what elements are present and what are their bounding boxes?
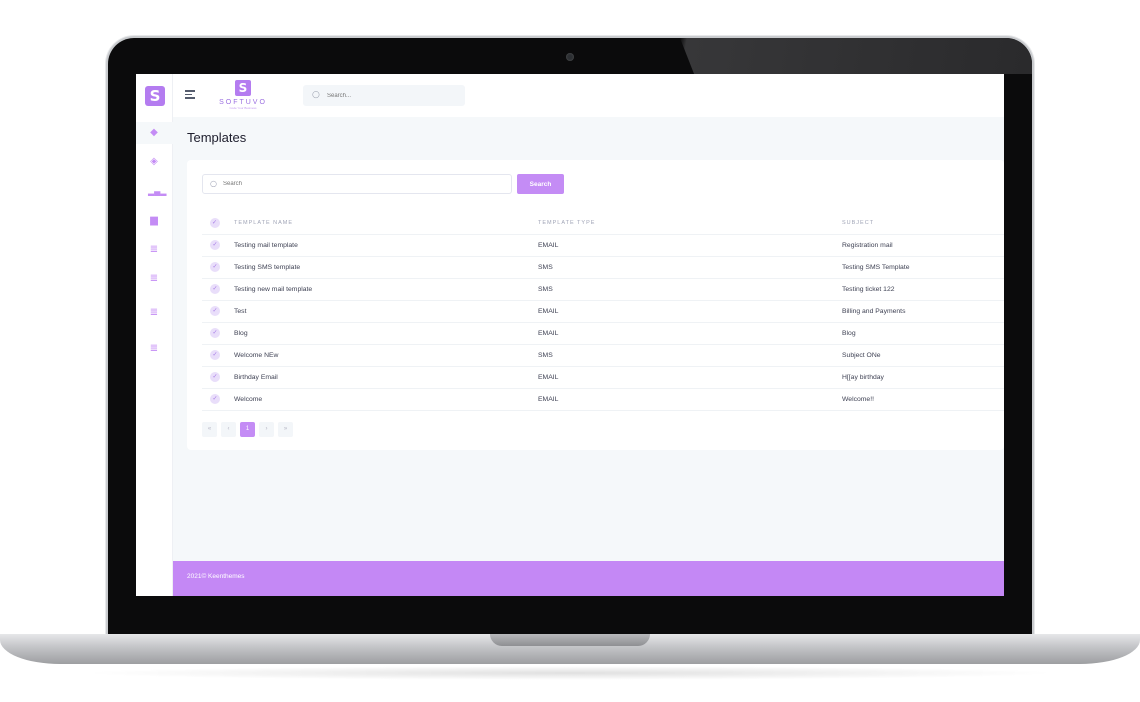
template-search[interactable]: ○ — [202, 174, 512, 194]
template-name[interactable]: Testing SMS template — [234, 256, 538, 279]
footer-copyright: 2021© Keenthemes — [187, 573, 245, 580]
template-subject: Welcome!! — [842, 388, 1004, 411]
column-header-subject[interactable]: SUBJECT — [842, 212, 1004, 235]
template-type: SMS — [538, 256, 842, 279]
pagination: « ‹ 1 › » — [202, 422, 293, 437]
table-row[interactable]: ✓ Birthday Email EMAIL H[[ay birthday — [202, 366, 1004, 389]
brand-tagline: Code Your Business — [229, 106, 257, 110]
row-check-cell[interactable]: ✓ — [202, 256, 234, 279]
table-header-row: ✓ TEMPLATE NAME TEMPLATE TYPE SUBJECT — [202, 212, 1004, 235]
bar-chart-icon[interactable]: ▂▄▂ — [148, 186, 166, 198]
template-type: EMAIL — [538, 366, 842, 389]
camera-icon — [566, 53, 574, 61]
next-page-button[interactable]: › — [259, 422, 274, 437]
check-icon[interactable]: ✓ — [210, 217, 220, 228]
check-icon[interactable]: ✓ — [210, 328, 220, 338]
select-all-cell[interactable]: ✓ — [202, 212, 234, 235]
search-icon: ○ — [312, 90, 320, 100]
menu-toggle-icon[interactable] — [185, 90, 195, 99]
template-subject: Testing SMS Template — [842, 256, 1004, 279]
template-subject: Registration mail — [842, 234, 1004, 257]
first-page-button[interactable]: « — [202, 422, 217, 437]
check-icon[interactable]: ✓ — [210, 284, 220, 294]
check-icon[interactable]: ✓ — [210, 262, 220, 272]
template-name[interactable]: Test — [234, 300, 538, 323]
table-row[interactable]: ✓ Testing new mail template SMS Testing … — [202, 278, 1004, 301]
search-icon: ○ — [210, 179, 217, 188]
template-subject: Blog — [842, 322, 1004, 345]
template-name[interactable]: Testing new mail template — [234, 278, 538, 301]
table-row[interactable]: ✓ Testing SMS template SMS Testing SMS T… — [202, 256, 1004, 279]
brand-logo[interactable]: S SOFTUVO Code Your Business — [217, 80, 269, 114]
laptop-notch — [490, 634, 650, 646]
brand-mark: S — [235, 80, 251, 96]
check-icon[interactable]: ✓ — [210, 240, 220, 250]
stack-icon[interactable]: ≣ — [148, 307, 160, 319]
table-row[interactable]: ✓ Testing mail template EMAIL Registrati… — [202, 234, 1004, 257]
icon-sidebar: ◆ ◈ ▂▄▂ ▆ ≣ ≣ ≣ ≣ — [136, 74, 173, 596]
building-icon[interactable]: ▆ — [148, 215, 160, 227]
template-type: EMAIL — [538, 322, 842, 345]
app-logo-icon[interactable] — [145, 86, 165, 106]
template-type: SMS — [538, 278, 842, 301]
row-check-cell[interactable]: ✓ — [202, 388, 234, 411]
template-name[interactable]: Welcome NEw — [234, 344, 538, 367]
template-subject: Billing and Payments — [842, 300, 1004, 323]
lid-glare — [680, 38, 1032, 74]
search-button[interactable]: Search — [517, 174, 564, 194]
row-check-cell[interactable]: ✓ — [202, 300, 234, 323]
app-screen: ◆ ◈ ▂▄▂ ▆ ≣ ≣ ≣ ≣ S SOFTUVO Code Your Bu… — [136, 74, 1004, 596]
template-subject: Subject ONe — [842, 344, 1004, 367]
diamond-icon[interactable]: ◆ — [148, 127, 160, 139]
check-icon[interactable]: ✓ — [210, 372, 220, 382]
table-row[interactable]: ✓ Welcome NEw SMS Subject ONe — [202, 344, 1004, 367]
footer: 2021© Keenthemes — [173, 561, 1004, 596]
template-type: SMS — [538, 344, 842, 367]
page-button-current[interactable]: 1 — [240, 422, 255, 437]
layers-icon[interactable]: ◈ — [148, 156, 160, 168]
check-icon[interactable]: ✓ — [210, 350, 220, 360]
template-type: EMAIL — [538, 388, 842, 411]
check-icon[interactable]: ✓ — [210, 394, 220, 404]
stack-icon[interactable]: ≣ — [148, 273, 160, 285]
header-search-input[interactable] — [327, 88, 457, 103]
template-subject: H[[ay birthday — [842, 366, 1004, 389]
templates-table: ✓ TEMPLATE NAME TEMPLATE TYPE SUBJECT ✓ … — [202, 212, 1004, 411]
template-search-input[interactable] — [223, 177, 503, 191]
stack-icon[interactable]: ≣ — [148, 244, 160, 256]
templates-card: ○ Search ✓ TEMPLATE NAME TEMPLATE TYPE S… — [187, 160, 1004, 450]
laptop-shadow — [80, 666, 1060, 680]
row-check-cell[interactable]: ✓ — [202, 322, 234, 345]
column-header-name[interactable]: TEMPLATE NAME — [234, 212, 538, 235]
template-name[interactable]: Blog — [234, 322, 538, 345]
check-icon[interactable]: ✓ — [210, 306, 220, 316]
top-header: S SOFTUVO Code Your Business ○ — [173, 74, 1004, 117]
brand-name: SOFTUVO — [219, 99, 267, 106]
page-title: Templates — [187, 130, 247, 145]
stack-icon[interactable]: ≣ — [148, 343, 160, 355]
template-type: EMAIL — [538, 234, 842, 257]
row-check-cell[interactable]: ✓ — [202, 278, 234, 301]
table-row[interactable]: ✓ Welcome EMAIL Welcome!! — [202, 388, 1004, 411]
row-check-cell[interactable]: ✓ — [202, 344, 234, 367]
last-page-button[interactable]: » — [278, 422, 293, 437]
template-type: EMAIL — [538, 300, 842, 323]
row-check-cell[interactable]: ✓ — [202, 366, 234, 389]
column-header-type[interactable]: TEMPLATE TYPE — [538, 212, 842, 235]
template-name[interactable]: Birthday Email — [234, 366, 538, 389]
row-check-cell[interactable]: ✓ — [202, 234, 234, 257]
template-subject: Testing ticket 122 — [842, 278, 1004, 301]
template-name[interactable]: Testing mail template — [234, 234, 538, 257]
header-search[interactable]: ○ — [303, 85, 465, 106]
table-row[interactable]: ✓ Blog EMAIL Blog — [202, 322, 1004, 345]
template-name[interactable]: Welcome — [234, 388, 538, 411]
table-row[interactable]: ✓ Test EMAIL Billing and Payments — [202, 300, 1004, 323]
prev-page-button[interactable]: ‹ — [221, 422, 236, 437]
